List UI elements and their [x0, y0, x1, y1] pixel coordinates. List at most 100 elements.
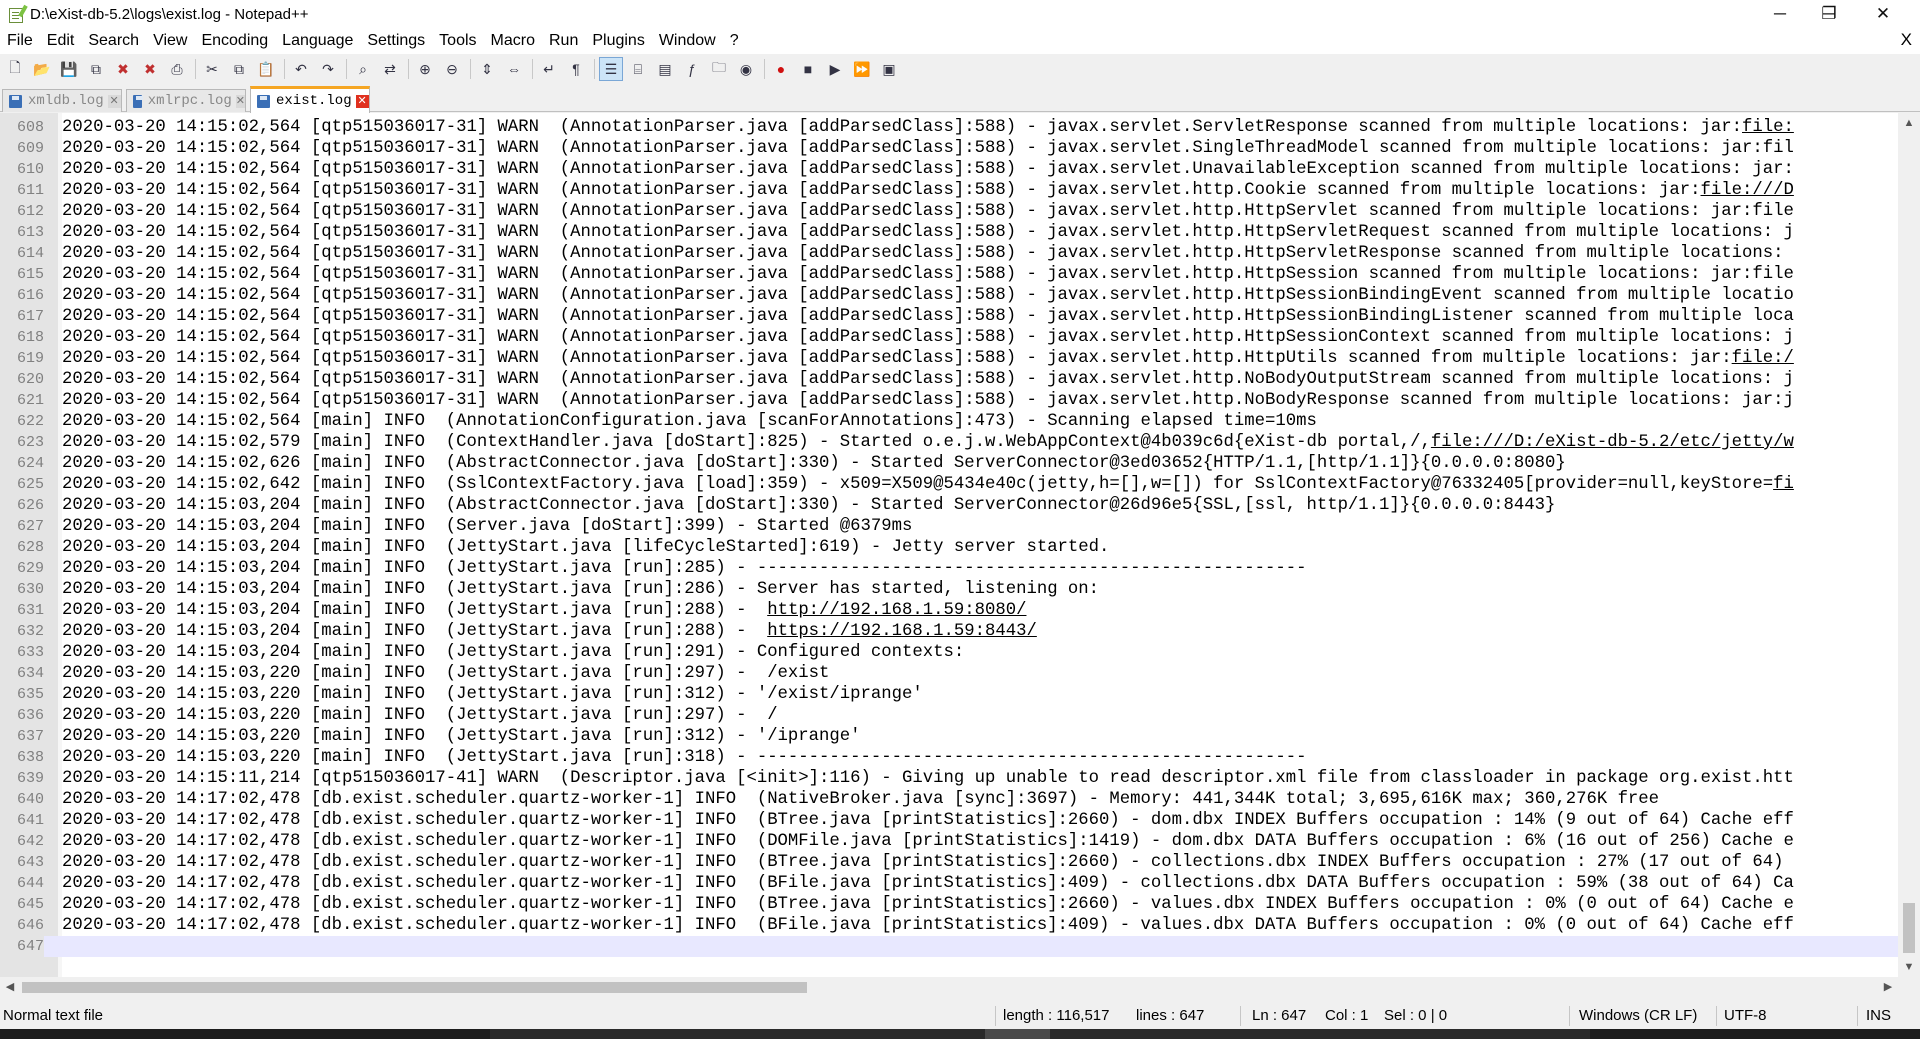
close-document-button[interactable]: X	[1901, 30, 1912, 50]
editor-line[interactable]: 618 2020-03-20 14:15:02,564 [qtp515036017…	[0, 327, 1898, 348]
folder-workspace-icon[interactable]: 🗀	[708, 58, 730, 80]
sync-v-icon[interactable]: ⇕	[476, 58, 498, 80]
editor-line[interactable]: 635 2020-03-20 14:15:03,220 [main] INFO (…	[0, 684, 1898, 705]
editor-line[interactable]: 641 2020-03-20 14:17:02,478 [db.exist.sch…	[0, 810, 1898, 831]
editor-line[interactable]: 622 2020-03-20 14:15:02,564 [main] INFO (…	[0, 411, 1898, 432]
doc-map-icon[interactable]: ▤	[654, 58, 676, 80]
maximize-window-button[interactable]: ❐	[1806, 0, 1852, 28]
editor-line[interactable]: 632 2020-03-20 14:15:03,204 [main] INFO (…	[0, 621, 1898, 642]
menu-item[interactable]: ?	[723, 32, 746, 50]
editor-line[interactable]: 609 2020-03-20 14:15:02,564 [qtp515036017…	[0, 138, 1898, 159]
zoom-in-icon[interactable]: ⊕	[414, 58, 436, 80]
editor-line[interactable]: 623 2020-03-20 14:15:02,579 [main] INFO (…	[0, 432, 1898, 453]
record-macro-icon[interactable]: ●	[770, 58, 792, 80]
editor-line[interactable]: 625 2020-03-20 14:15:02,642 [main] INFO (…	[0, 474, 1898, 495]
menu-item[interactable]: File	[0, 32, 40, 50]
zoom-out-icon[interactable]: ⊖	[441, 58, 463, 80]
editor-line[interactable]: 638 2020-03-20 14:15:03,220 [main] INFO (…	[0, 747, 1898, 768]
save-all-icon[interactable]: ⧉	[85, 58, 107, 80]
udl-icon[interactable]: ⌸	[627, 58, 649, 80]
editor-line[interactable]: 633 2020-03-20 14:15:03,204 [main] INFO (…	[0, 642, 1898, 663]
vertical-scrollbar[interactable]: ▲ ▼	[1898, 113, 1920, 977]
copy-icon[interactable]: ⧉	[228, 58, 250, 80]
undo-icon[interactable]: ↶	[290, 58, 312, 80]
editor-line[interactable]: 624 2020-03-20 14:15:02,626 [main] INFO (…	[0, 453, 1898, 474]
editor-line[interactable]: 619 2020-03-20 14:15:02,564 [qtp515036017…	[0, 348, 1898, 369]
text-area[interactable]: 608 2020-03-20 14:15:02,564 [qtp515036017…	[0, 117, 1898, 957]
editor-line[interactable]: 643 2020-03-20 14:17:02,478 [db.exist.sch…	[0, 852, 1898, 873]
editor-line[interactable]: 621 2020-03-20 14:15:02,564 [qtp515036017…	[0, 390, 1898, 411]
tab-xmlrpc-log[interactable]: xmlrpc.log ✕	[126, 89, 246, 112]
menu-item[interactable]: Window	[652, 32, 723, 50]
paste-icon[interactable]: 📋	[255, 58, 277, 80]
print-icon[interactable]: ⎙	[166, 58, 188, 80]
horizontal-scrollbar[interactable]: ◀ ▶	[0, 977, 1898, 997]
word-wrap-icon[interactable]: ↵	[538, 58, 560, 80]
editor-line[interactable]: 608 2020-03-20 14:15:02,564 [qtp515036017…	[0, 117, 1898, 138]
scroll-left-icon[interactable]: ◀	[0, 977, 20, 997]
all-chars-icon[interactable]: ¶	[565, 58, 587, 80]
editor-line[interactable]: 647	[0, 936, 1898, 957]
open-icon[interactable]: 📂	[31, 58, 53, 80]
editor-line[interactable]: 639 2020-03-20 14:15:11,214 [qtp515036017…	[0, 768, 1898, 789]
minimize-window-button[interactable]: ─	[1757, 0, 1803, 28]
editor-line[interactable]: 636 2020-03-20 14:15:03,220 [main] INFO (…	[0, 705, 1898, 726]
editor-line[interactable]: 627 2020-03-20 14:15:03,204 [main] INFO (…	[0, 516, 1898, 537]
tab-xmldb-log[interactable]: xmldb.log ✕	[2, 89, 122, 112]
menu-item[interactable]: Encoding	[194, 32, 275, 50]
save-macro-icon[interactable]: ▣	[878, 58, 900, 80]
close-tab-icon[interactable]: ✕	[107, 94, 121, 108]
menu-item[interactable]: Settings	[360, 32, 432, 50]
editor-line[interactable]: 645 2020-03-20 14:17:02,478 [db.exist.sch…	[0, 894, 1898, 915]
editor-line[interactable]: 612 2020-03-20 14:15:02,564 [qtp515036017…	[0, 201, 1898, 222]
editor-line[interactable]: 616 2020-03-20 14:15:02,564 [qtp515036017…	[0, 285, 1898, 306]
vertical-scroll-thumb[interactable]	[1903, 903, 1915, 953]
menu-item[interactable]: View	[146, 32, 194, 50]
redo-icon[interactable]: ↷	[317, 58, 339, 80]
editor-line[interactable]: 634 2020-03-20 14:15:03,220 [main] INFO (…	[0, 663, 1898, 684]
menu-item[interactable]: Language	[275, 32, 360, 50]
editor-line[interactable]: 617 2020-03-20 14:15:02,564 [qtp515036017…	[0, 306, 1898, 327]
menu-item[interactable]: Run	[542, 32, 585, 50]
editor-line[interactable]: 611 2020-03-20 14:15:02,564 [qtp515036017…	[0, 180, 1898, 201]
horizontal-scroll-thumb[interactable]	[22, 982, 807, 993]
editor-line[interactable]: 615 2020-03-20 14:15:02,564 [qtp515036017…	[0, 264, 1898, 285]
play-macro-icon[interactable]: ▶	[824, 58, 846, 80]
replace-icon[interactable]: ⇄	[379, 58, 401, 80]
close-tab-icon[interactable]: ✕	[355, 94, 369, 108]
cut-icon[interactable]: ✂	[201, 58, 223, 80]
editor-line[interactable]: 642 2020-03-20 14:17:02,478 [db.exist.sch…	[0, 831, 1898, 852]
save-icon[interactable]: 💾	[58, 58, 80, 80]
editor-line[interactable]: 640 2020-03-20 14:17:02,478 [db.exist.sch…	[0, 789, 1898, 810]
editor-line[interactable]: 630 2020-03-20 14:15:03,204 [main] INFO (…	[0, 579, 1898, 600]
run-macro-multiple-icon[interactable]: ⏩	[851, 58, 873, 80]
editor-line[interactable]: 614 2020-03-20 14:15:02,564 [qtp515036017…	[0, 243, 1898, 264]
editor-line[interactable]: 646 2020-03-20 14:17:02,478 [db.exist.sch…	[0, 915, 1898, 936]
function-list-icon[interactable]: ƒ	[681, 58, 703, 80]
scroll-up-icon[interactable]: ▲	[1898, 113, 1920, 133]
editor-line[interactable]: 644 2020-03-20 14:17:02,478 [db.exist.sch…	[0, 873, 1898, 894]
tab-exist-log[interactable]: exist.log ✕	[250, 86, 370, 113]
editor-line[interactable]: 628 2020-03-20 14:15:03,204 [main] INFO (…	[0, 537, 1898, 558]
editor-line[interactable]: 631 2020-03-20 14:15:03,204 [main] INFO (…	[0, 600, 1898, 621]
scroll-right-icon[interactable]: ▶	[1878, 977, 1898, 997]
monitoring-icon[interactable]: ◉	[735, 58, 757, 80]
editor-line[interactable]: 626 2020-03-20 14:15:03,204 [main] INFO (…	[0, 495, 1898, 516]
menu-item[interactable]: Search	[81, 32, 146, 50]
close-tab-icon[interactable]: ✕	[235, 94, 245, 108]
editor-line[interactable]: 613 2020-03-20 14:15:02,564 [qtp515036017…	[0, 222, 1898, 243]
new-icon[interactable]: 🗋	[4, 58, 26, 80]
menu-item[interactable]: Tools	[432, 32, 483, 50]
menu-item[interactable]: Macro	[484, 32, 542, 50]
close-window-button[interactable]: ✕	[1860, 0, 1906, 28]
editor-line[interactable]: 610 2020-03-20 14:15:02,564 [qtp515036017…	[0, 159, 1898, 180]
find-icon[interactable]: ⌕	[352, 58, 374, 80]
menu-item[interactable]: Edit	[40, 32, 82, 50]
menu-item[interactable]: Plugins	[585, 32, 651, 50]
editor[interactable]: 608 2020-03-20 14:15:02,564 [qtp515036017…	[0, 113, 1898, 977]
scroll-down-icon[interactable]: ▼	[1898, 957, 1920, 977]
editor-line[interactable]: 629 2020-03-20 14:15:03,204 [main] INFO (…	[0, 558, 1898, 579]
indent-guide-icon[interactable]: ☰	[599, 57, 623, 81]
editor-line[interactable]: 637 2020-03-20 14:15:03,220 [main] INFO (…	[0, 726, 1898, 747]
close-all-icon[interactable]: ✖	[139, 58, 161, 80]
